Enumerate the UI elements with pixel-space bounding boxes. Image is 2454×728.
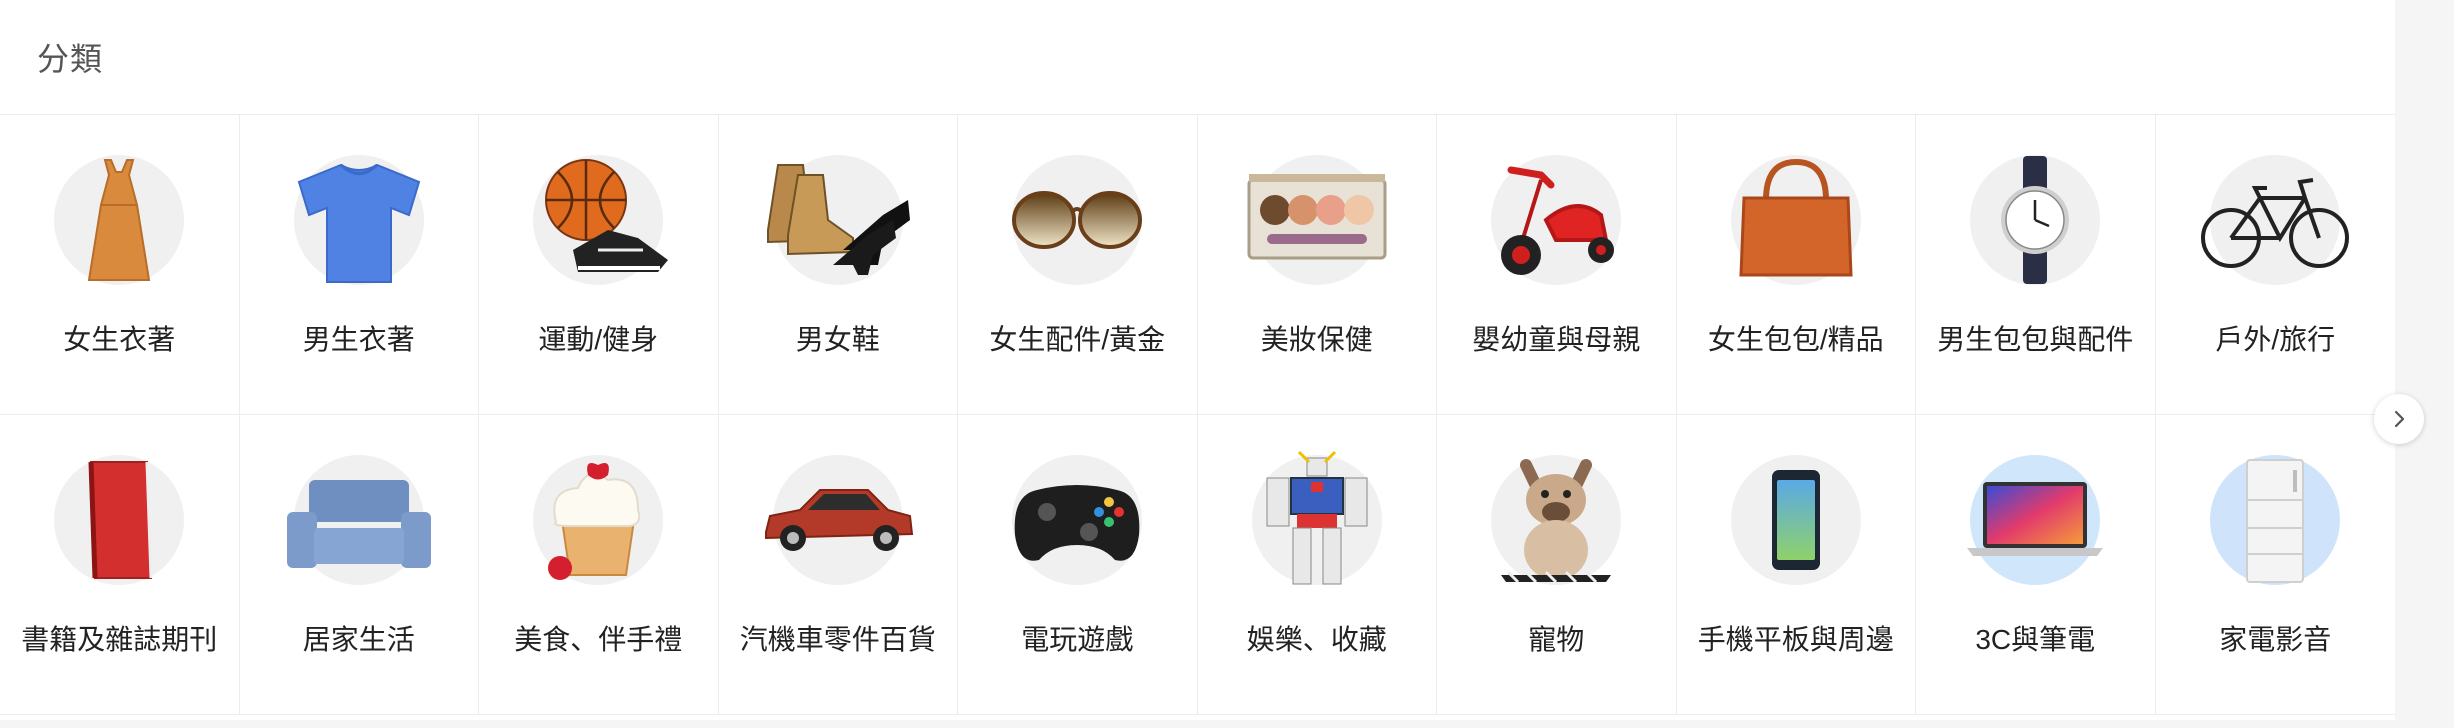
sofa-icon (286, 480, 431, 568)
category-label: 男生衣著 (302, 324, 415, 355)
category-womens-accessories[interactable]: 女生配件/黃金 (958, 115, 1198, 415)
category-label: 居家生活 (302, 624, 415, 655)
cupcake-icon (548, 462, 641, 580)
category-label: 男女鞋 (795, 324, 880, 355)
next-page-button[interactable] (2374, 394, 2424, 444)
category-mobile-tablet[interactable]: 手機平板與周邊 (1676, 415, 1916, 715)
category-label: 美妝保健 (1260, 324, 1373, 355)
category-label: 娛樂、收藏 (1246, 624, 1387, 655)
shoes-icon (766, 164, 910, 275)
category-label: 女生配件/黃金 (989, 324, 1166, 355)
category-label: 運動/健身 (538, 324, 659, 355)
category-label: 美食、伴手禮 (514, 624, 683, 655)
category-label: 女生衣著 (63, 324, 176, 355)
dog-icon (1501, 459, 1612, 584)
eyeshadow-palette-icon (1247, 174, 1387, 260)
tshirt-icon (297, 163, 420, 283)
game-controller-icon (1014, 485, 1140, 561)
category-panel: 分類 女生衣著 男生衣著 運動/健身 男女鞋 女生配件/黃金 美妝保健 嬰幼童與… (0, 0, 2395, 720)
category-mens-bags-accessories[interactable]: 男生包包與配件 (1916, 115, 2156, 415)
car-icon (764, 489, 913, 551)
category-sports-fitness[interactable]: 運動/健身 (479, 115, 719, 415)
category-label: 戶外/旅行 (2215, 324, 2336, 355)
category-home-living[interactable]: 居家生活 (239, 415, 479, 715)
category-pets[interactable]: 寵物 (1437, 415, 1677, 715)
category-womens-bags[interactable]: 女生包包/精品 (1676, 115, 1916, 415)
category-books-magazines[interactable]: 書籍及雜誌期刊 (0, 415, 240, 715)
smartphone-icon (1771, 470, 1820, 570)
basketball-sneaker-icon (545, 159, 669, 272)
category-label: 寵物 (1528, 624, 1585, 655)
category-label: 家電影音 (2219, 624, 2332, 655)
bicycle-icon (2201, 178, 2350, 268)
category-label: 書籍及雜誌期刊 (21, 624, 218, 655)
category-label: 電玩遊戲 (1021, 624, 1134, 655)
category-video-games[interactable]: 電玩遊戲 (958, 415, 1198, 715)
category-label: 女生包包/精品 (1707, 324, 1884, 355)
section-title: 分類 (37, 41, 104, 77)
category-label: 3C與筆電 (1975, 624, 2096, 655)
category-food-gifts[interactable]: 美食、伴手禮 (479, 415, 719, 715)
category-auto-parts[interactable]: 汽機車零件百貨 (718, 415, 958, 715)
category-label: 男生包包與配件 (1937, 324, 2134, 355)
category-label: 手機平板與周邊 (1697, 624, 1894, 655)
category-entertainment-collectibles[interactable]: 娛樂、收藏 (1197, 415, 1437, 715)
tricycle-icon (1501, 166, 1615, 275)
sunglasses-icon (1012, 191, 1143, 249)
category-home-appliances[interactable]: 家電影音 (2155, 415, 2395, 715)
category-grid: 女生衣著 男生衣著 運動/健身 男女鞋 女生配件/黃金 美妝保健 嬰幼童與母親 … (0, 115, 2395, 715)
category-womens-clothing[interactable]: 女生衣著 (0, 115, 240, 415)
category-beauty-health[interactable]: 美妝保健 (1197, 115, 1437, 415)
category-3c-laptops[interactable]: 3C與筆電 (1916, 415, 2156, 715)
category-label: 嬰幼童與母親 (1472, 324, 1641, 355)
wristwatch-icon (2001, 156, 2070, 284)
category-mens-clothing[interactable]: 男生衣著 (239, 115, 479, 415)
book-icon (88, 461, 153, 579)
category-shoes[interactable]: 男女鞋 (718, 115, 958, 415)
category-header: 分類 (0, 0, 2395, 115)
laptop-icon (1967, 482, 2104, 556)
dress-icon (88, 159, 151, 281)
category-outdoor-travel[interactable]: 戶外/旅行 (2155, 115, 2395, 415)
robot-figure-icon (1266, 450, 1368, 585)
handbag-icon (1739, 158, 1853, 277)
category-baby-mother[interactable]: 嬰幼童與母親 (1437, 115, 1677, 415)
chevron-right-icon (2394, 410, 2405, 428)
category-label: 汽機車零件百貨 (739, 624, 936, 655)
refrigerator-icon (2246, 459, 2305, 583)
